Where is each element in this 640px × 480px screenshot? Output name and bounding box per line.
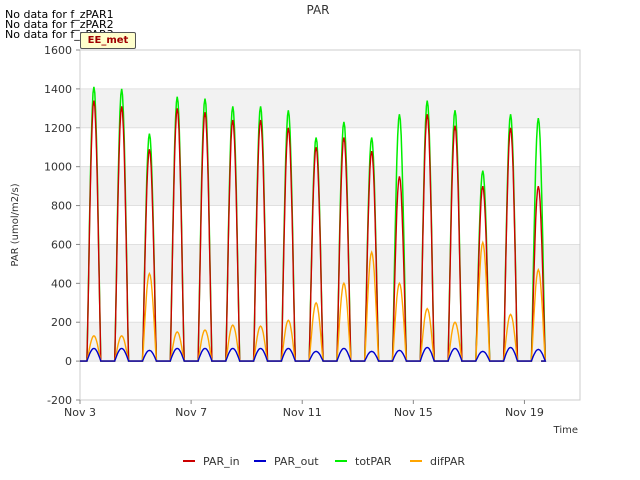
legend: PAR_in PAR_out totPAR difPAR bbox=[183, 455, 465, 468]
site-badge: EE_met bbox=[80, 32, 136, 49]
y-tick-label: 1400 bbox=[44, 83, 72, 96]
x-tick-label: Nov 3 bbox=[64, 406, 96, 419]
y-tick-label: 1000 bbox=[44, 161, 72, 174]
plot-band bbox=[80, 166, 580, 206]
chart-title: PAR bbox=[306, 3, 329, 17]
legend-label-totpar: totPAR bbox=[355, 455, 392, 468]
plot-band bbox=[80, 88, 580, 128]
x-tick-label: Nov 15 bbox=[394, 406, 433, 419]
y-tick-label: 200 bbox=[51, 316, 72, 329]
y-tick-label: 600 bbox=[51, 238, 72, 251]
y-tick-label: 400 bbox=[51, 277, 72, 290]
legend-label-difpar: difPAR bbox=[430, 455, 465, 468]
y-tick-label: 0 bbox=[65, 355, 72, 368]
x-axis: Nov 3 Nov 7 Nov 11 Nov 15 Nov 19 bbox=[64, 400, 544, 419]
y-axis: -20002004006008001000120014001600 bbox=[44, 44, 80, 407]
legend-label-par-in: PAR_in bbox=[203, 455, 240, 468]
x-tick-label: Nov 19 bbox=[505, 406, 544, 419]
x-tick-label: Nov 11 bbox=[283, 406, 322, 419]
y-axis-label: PAR (umol/m2/s) bbox=[10, 183, 21, 266]
y-tick-label: 1200 bbox=[44, 122, 72, 135]
x-tick-label: Nov 7 bbox=[175, 406, 207, 419]
y-tick-label: 800 bbox=[51, 200, 72, 213]
par-chart: -20002004006008001000120014001600 Nov 3N… bbox=[10, 3, 581, 468]
y-tick-label: 1600 bbox=[44, 44, 72, 57]
legend-label-par-out: PAR_out bbox=[274, 455, 319, 468]
x-axis-label: Time bbox=[553, 425, 578, 436]
